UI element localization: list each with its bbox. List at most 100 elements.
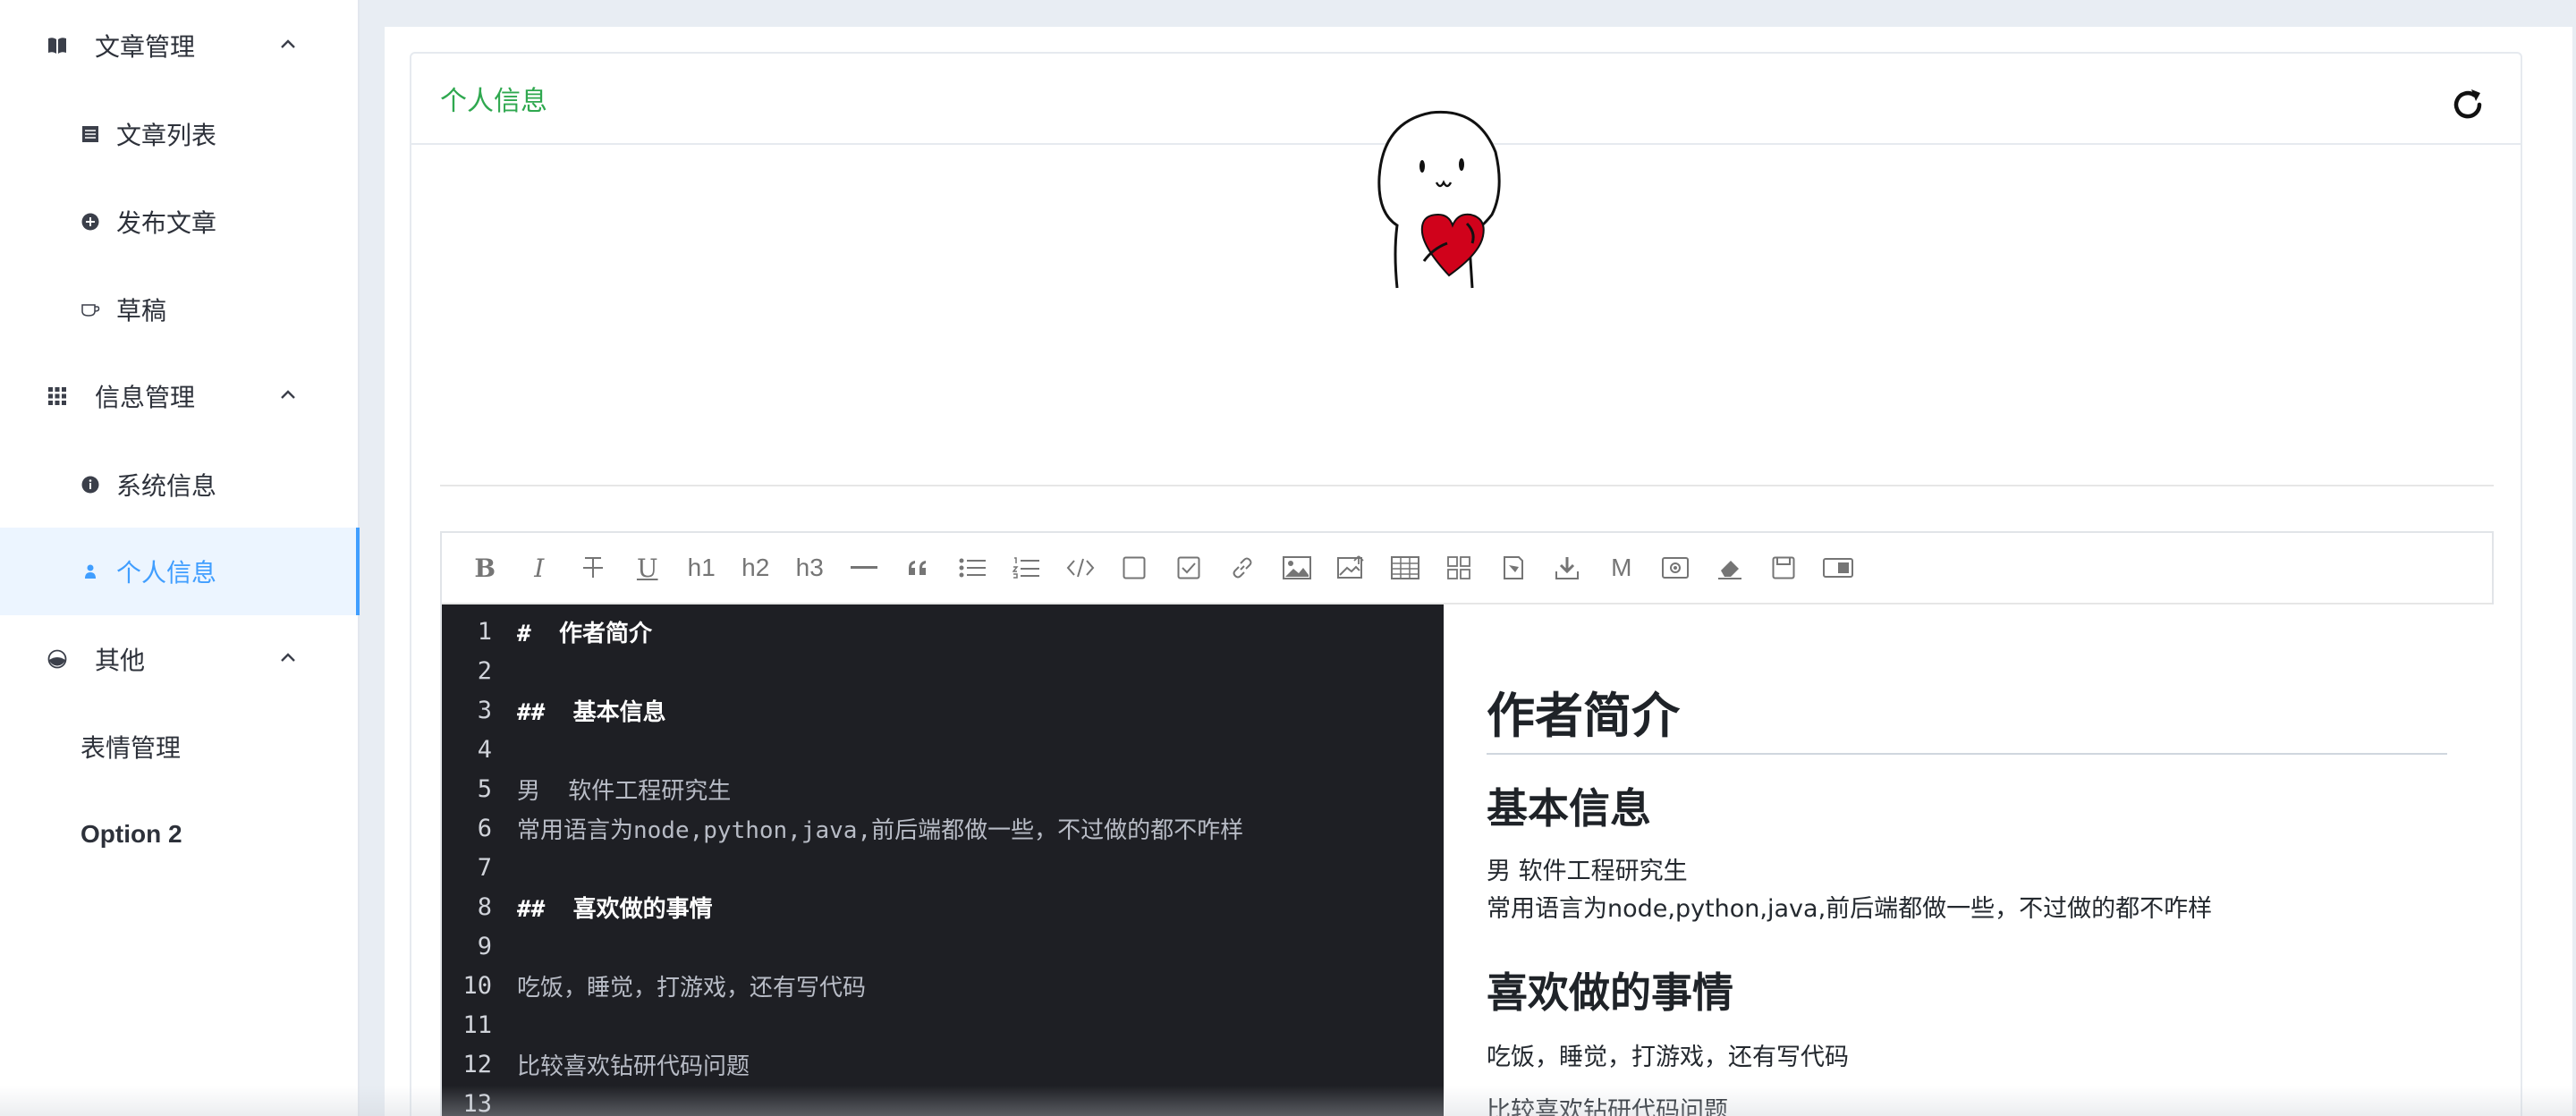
preview-h2: 喜欢做的事情: [1487, 968, 1733, 1017]
code-line: 1 # 作者简介: [442, 612, 1444, 651]
code-line: 7: [442, 848, 1444, 887]
link-button[interactable]: [1216, 546, 1270, 589]
table-button[interactable]: [1378, 546, 1433, 589]
save-button[interactable]: [1757, 546, 1811, 589]
sidebar-item-system-info[interactable]: 系统信息: [0, 441, 358, 528]
image-icon: [1282, 556, 1311, 579]
plus-circle-icon: [80, 212, 100, 232]
task-button[interactable]: [1162, 546, 1216, 589]
sidebar-item-label: Option 2: [80, 820, 182, 848]
h3-button[interactable]: h3: [783, 546, 837, 589]
ordered-list-icon: [1013, 557, 1040, 579]
code-line: 12 比较喜欢钻研代码问题: [442, 1044, 1444, 1084]
eraser-icon: [1717, 561, 1741, 579]
chevron-up-icon: [277, 647, 299, 669]
sidebar-item-option-2[interactable]: Option 2: [0, 790, 358, 878]
code-line: 6 常用语言为node,python,java,前后端都做一些，不过做的都不咋样: [442, 808, 1444, 848]
table-icon: [1390, 556, 1419, 579]
code-line: 4: [442, 730, 1444, 769]
preview-paragraph: 男 软件工程研究生: [1487, 858, 1688, 885]
line-text: ## 喜欢做的事情: [517, 895, 713, 923]
markdown-editor: B I U h1 h2 h3 M 1 # 作者简介 2 3 ## 基本信息 4 …: [440, 531, 2494, 1116]
catalog-button[interactable]: [1432, 546, 1487, 589]
preview-button[interactable]: [1648, 546, 1703, 589]
page-title: 个人信息: [440, 86, 547, 117]
checkbox-checked-icon: [1177, 556, 1200, 579]
sidebar-item-publish[interactable]: 发布文章: [0, 178, 358, 266]
code-button[interactable]: [1054, 546, 1108, 589]
clip-button[interactable]: [1487, 546, 1541, 589]
list-icon: [80, 124, 100, 144]
toggle-button[interactable]: [1811, 546, 1866, 589]
sidebar-item-label: 个人信息: [116, 558, 217, 588]
strikethrough-button[interactable]: [566, 546, 621, 589]
preview-h1-divider: [1487, 753, 2447, 755]
line-text: 常用语言为node,python,java,前后端都做一些，不过做的都不咋样: [517, 816, 1244, 844]
line-number: 8: [477, 892, 492, 921]
menu-group-article[interactable]: 文章管理: [0, 2, 358, 89]
book-icon: [47, 35, 68, 56]
line-number: 11: [462, 1010, 492, 1039]
code-line: 8 ## 喜欢做的事情: [442, 887, 1444, 926]
image-button[interactable]: [1270, 546, 1325, 589]
code-line: 9: [442, 926, 1444, 966]
line-number: 2: [477, 656, 492, 685]
profile-card: 个人信息 B I U h1 h2 h3 M 1 # 作者简介 2 3 ## 基本…: [410, 52, 2522, 1116]
sidebar-item-personal-info[interactable]: 个人信息: [0, 528, 360, 615]
code-line: 5 男 软件工程研究生: [442, 769, 1444, 808]
sidebar-item-label: 文章列表: [116, 121, 217, 150]
ordered-list-button[interactable]: [999, 546, 1054, 589]
menu-group-other[interactable]: 其他: [0, 615, 358, 703]
italic-button[interactable]: I: [513, 546, 567, 589]
code-line: 2: [442, 651, 1444, 690]
code-line: 11: [442, 1005, 1444, 1044]
markdown-button[interactable]: M: [1595, 546, 1649, 589]
code-line: 13: [442, 1084, 1444, 1116]
unordered-list-icon: [959, 558, 986, 578]
line-number: 9: [477, 932, 492, 960]
sidebar-item-article-list[interactable]: 文章列表: [0, 90, 358, 178]
bold-button[interactable]: B: [458, 546, 513, 589]
unordered-list-button[interactable]: [945, 546, 1000, 589]
quote-button[interactable]: [891, 546, 945, 589]
sidebar-item-emoji[interactable]: 表情管理: [0, 703, 358, 790]
chevron-up-icon: [277, 34, 299, 55]
line-text: ## 基本信息: [517, 698, 666, 726]
clip-icon: [1503, 556, 1523, 579]
refresh-icon: [2453, 89, 2482, 119]
clear-button[interactable]: [1703, 546, 1758, 589]
preview-paragraph: 比较喜欢钻研代码问题: [1487, 1097, 1728, 1116]
chevron-up-icon: [277, 385, 299, 406]
preview-h2: 基本信息: [1487, 784, 1651, 833]
preview-eye-icon: [1662, 557, 1690, 579]
menu-group-info[interactable]: 信息管理: [0, 352, 358, 440]
code-line: 10 吃饭，睡觉，打游戏，还有写代码: [442, 966, 1444, 1005]
cup-icon: [80, 300, 100, 319]
sidebar-item-label: 系统信息: [116, 471, 217, 501]
avatar: [1361, 100, 1549, 297]
sidebar: 文章管理 文章列表 发布文章 草稿 信息管理 系统信息 个人信息 其他 表情管理…: [0, 0, 360, 1116]
line-text: 比较喜欢钻研代码问题: [517, 1053, 750, 1080]
download-button[interactable]: [1540, 546, 1595, 589]
quote-icon: [909, 561, 927, 575]
checkbox-button[interactable]: [1107, 546, 1162, 589]
sidebar-item-label: 草稿: [116, 296, 167, 326]
code-line: 3 ## 基本信息: [442, 690, 1444, 730]
sidebar-item-label: 表情管理: [80, 733, 182, 763]
h2-button[interactable]: h2: [729, 546, 784, 589]
sidebar-item-label: 发布文章: [116, 208, 217, 238]
preview-pane: 作者简介 基本信息 男 软件工程研究生 常用语言为node,python,jav…: [1444, 604, 2494, 1116]
refresh-button[interactable]: [2447, 84, 2488, 125]
grid-icon: [47, 385, 68, 407]
code-icon: [1066, 558, 1095, 578]
underline-button[interactable]: U: [621, 546, 675, 589]
h1-button[interactable]: h1: [674, 546, 729, 589]
download-icon: [1555, 557, 1580, 579]
code-editor-pane[interactable]: 1 # 作者简介 2 3 ## 基本信息 4 5 男 软件工程研究生 6 常用语言为no…: [442, 604, 1444, 1116]
sidebar-item-draft[interactable]: 草稿: [0, 266, 358, 353]
link-icon: [1233, 557, 1252, 579]
line-number: 4: [477, 735, 492, 764]
hr-button[interactable]: [837, 546, 892, 589]
image-upload-button[interactable]: [1324, 546, 1378, 589]
toggle-icon: [1822, 558, 1853, 578]
